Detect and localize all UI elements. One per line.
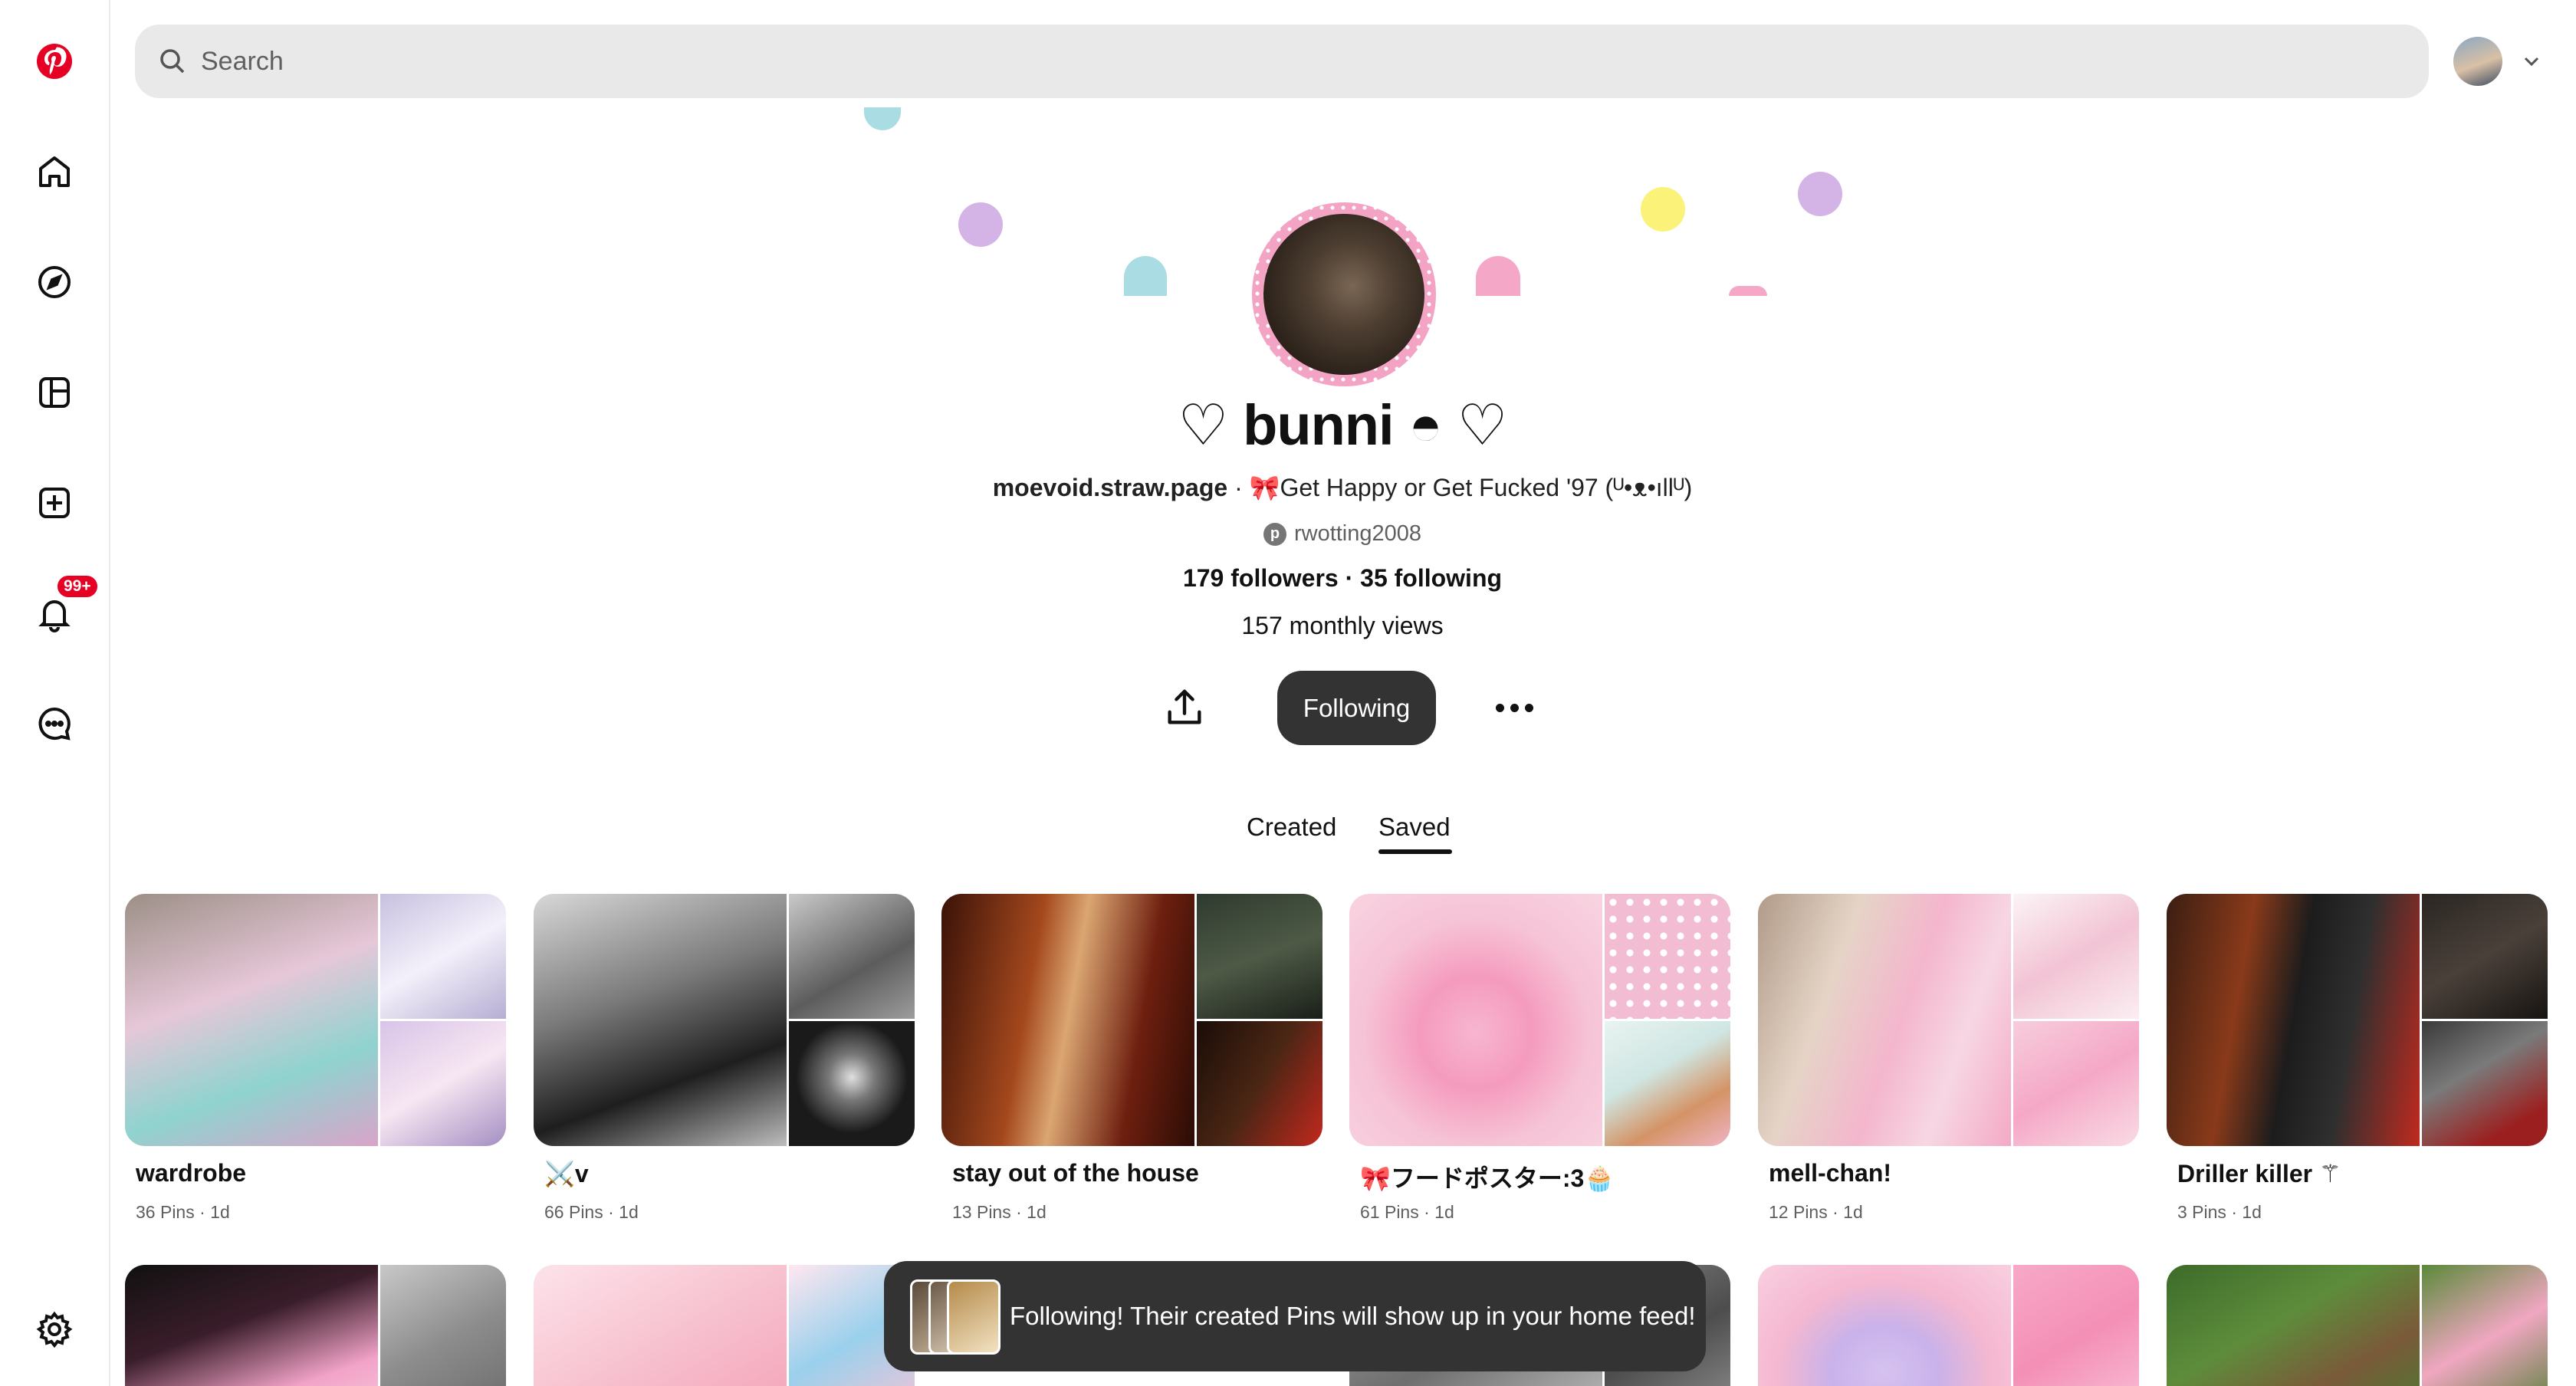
board-meta: 12 Pins · 1d [1769,1202,1863,1222]
profile-handle-row: p rwotting2008 [109,521,2576,547]
profile-bio-line: moevoid.straw.page · 🎀Get Happy or Get F… [109,473,2576,502]
profile-name: ♡ bunni ◓ ♡ [1178,393,1507,457]
sidebar: 99+ [0,0,110,1386]
tab-saved[interactable]: Saved [1378,813,1451,842]
board-card[interactable] [2167,1265,2548,1386]
messages-icon[interactable] [21,690,88,757]
board-meta: 36 Pins · 1d [136,1202,230,1222]
separator: · [1338,564,1361,592]
monthly-views: 157 monthly views [1241,612,1444,639]
board-meta: 13 Pins · 1d [952,1202,1046,1222]
more-options-icon[interactable] [1487,681,1541,734]
board-meta: 61 Pins · 1d [1360,1202,1454,1222]
notification-count-badge: 99+ [55,573,100,599]
share-button[interactable] [1158,681,1211,734]
boards-icon[interactable] [21,359,88,426]
active-tab-indicator [1378,849,1452,854]
chevron-down-icon[interactable] [2521,51,2542,72]
search-icon [160,49,185,74]
board-title: mell-chan! [1769,1159,1892,1187]
following-count[interactable]: 35 following [1360,564,1502,592]
toast-thumbnails [907,1278,1001,1355]
following-toast: Following! Their created Pins will show … [884,1261,1706,1371]
pinterest-small-icon: p [1263,522,1286,546]
search-input[interactable] [199,45,2349,77]
board-card[interactable]: 🎀フードポスター:3🧁 61 Pins · 1d [1349,894,1730,1222]
board-meta: 66 Pins · 1d [544,1202,639,1222]
board-card[interactable] [534,1265,915,1386]
following-button[interactable]: Following [1277,671,1436,745]
board-card[interactable]: wardrobe 36 Pins · 1d [125,894,506,1222]
board-card[interactable]: Driller killer ⚚ 3 Pins · 1d [2167,894,2548,1222]
share-icon [1168,689,1201,724]
board-title: 🎀フードポスター:3🧁 [1360,1164,1615,1192]
create-icon[interactable] [21,469,88,537]
profile-avatar [1252,202,1436,386]
follow-stats: 179 followers · 35 following [109,564,2576,593]
profile-bio: 🎀Get Happy or Get Fucked '97 (ᵁ•ᴥ•ıllᵁ) [1249,474,1693,501]
notifications-bell-icon[interactable]: 99+ [21,573,100,647]
board-cover [1349,894,1730,1146]
board-meta: 3 Pins · 1d [2177,1202,2262,1222]
board-card[interactable]: mell-chan! 12 Pins · 1d [1758,894,2139,1222]
settings-gear-icon[interactable] [21,1296,88,1363]
profile-website-link[interactable]: moevoid.straw.page [993,474,1227,501]
pinterest-logo-icon[interactable] [21,28,88,95]
board-card[interactable]: stay out of the house 13 Pins · 1d [941,894,1322,1222]
board-title: wardrobe [136,1159,247,1187]
board-cover [1758,894,2139,1146]
board-cover [941,894,1322,1146]
search-bar[interactable] [135,25,2429,98]
board-card[interactable] [1758,1265,2139,1386]
toast-message: Following! Their created Pins will show … [1010,1302,1696,1330]
board-card[interactable]: ⚔️v 66 Pins · 1d [534,894,915,1222]
tab-created[interactable]: Created [1247,813,1336,842]
followers-count[interactable]: 179 followers [1183,564,1339,592]
board-cover [2167,894,2548,1146]
user-avatar[interactable] [2453,37,2502,86]
board-cover [125,894,506,1146]
board-cover [534,894,915,1146]
home-icon[interactable] [21,138,88,205]
board-title: stay out of the house [952,1159,1199,1187]
board-title: ⚔️v [544,1160,589,1187]
board-card[interactable] [125,1265,506,1386]
explore-compass-icon[interactable] [21,248,88,316]
separator: · [1227,474,1250,501]
profile-handle: rwotting2008 [1293,521,1422,546]
board-title: Driller killer ⚚ [2177,1160,2341,1187]
